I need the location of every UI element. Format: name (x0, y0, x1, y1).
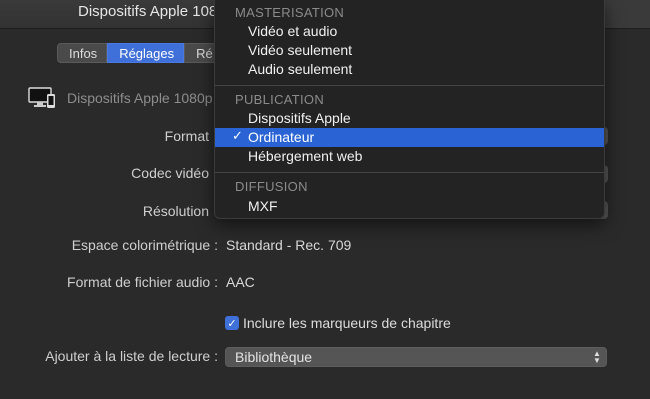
menu-item-dispositifs-apple[interactable]: Dispositifs Apple (215, 109, 604, 128)
resolution-label: Résolution (142, 203, 209, 219)
computer-and-phone-icon (28, 86, 58, 110)
menu-item-ordinateur[interactable]: ✓ Ordinateur (215, 128, 604, 147)
audio-format-value: AAC (226, 274, 255, 290)
menu-item-hebergement-web[interactable]: Hébergement web (215, 147, 604, 166)
preset-header: Dispositifs Apple 1080p (28, 86, 213, 110)
tab-bar: Infos Réglages Ré (57, 43, 218, 63)
chapter-markers-checkbox[interactable]: ✓ (225, 316, 239, 330)
menu-separator (215, 85, 604, 86)
menu-item-mxf[interactable]: MXF (215, 197, 604, 216)
checkmark-icon: ✓ (232, 128, 243, 143)
color-space-value: Standard - Rec. 709 (226, 237, 352, 253)
tab-reglages[interactable]: Réglages (107, 43, 185, 63)
codec-label: Codec vidéo (131, 165, 209, 181)
title-bar-end (604, 0, 650, 28)
menu-section-publication: PUBLICATION (235, 92, 325, 107)
menu-section-masterisation: MASTERISATION (235, 5, 345, 20)
playlist-select-value: Bibliothèque (235, 349, 313, 365)
chapter-markers-label: Inclure les marqueurs de chapitre (243, 315, 451, 331)
audio-format-label: Format de fichier audio : (67, 274, 218, 290)
playlist-label: Ajouter à la liste de lecture : (45, 348, 218, 364)
tab-infos[interactable]: Infos (57, 43, 108, 63)
up-down-chevron-icon: ▲ ▼ (593, 349, 601, 365)
playlist-select[interactable]: Bibliothèque ▲ ▼ (225, 347, 607, 367)
format-label: Format (164, 128, 209, 144)
menu-item-video-et-audio[interactable]: Vidéo et audio (215, 22, 604, 41)
menu-item-audio-seulement[interactable]: Audio seulement (215, 60, 604, 79)
color-space-label: Espace colorimétrique : (71, 237, 218, 253)
menu-item-video-seulement[interactable]: Vidéo seulement (215, 41, 604, 60)
chapter-markers-option[interactable]: ✓ Inclure les marqueurs de chapitre (225, 315, 451, 331)
menu-section-diffusion: DIFFUSION (235, 179, 308, 194)
preset-name: Dispositifs Apple 1080p (67, 90, 213, 106)
menu-separator (215, 172, 604, 173)
window-title: Dispositifs Apple 1080 (78, 3, 226, 20)
format-dropdown-menu: MASTERISATION Vidéo et audio Vidéo seule… (214, 0, 605, 219)
tab-roles[interactable]: Ré (184, 43, 218, 63)
